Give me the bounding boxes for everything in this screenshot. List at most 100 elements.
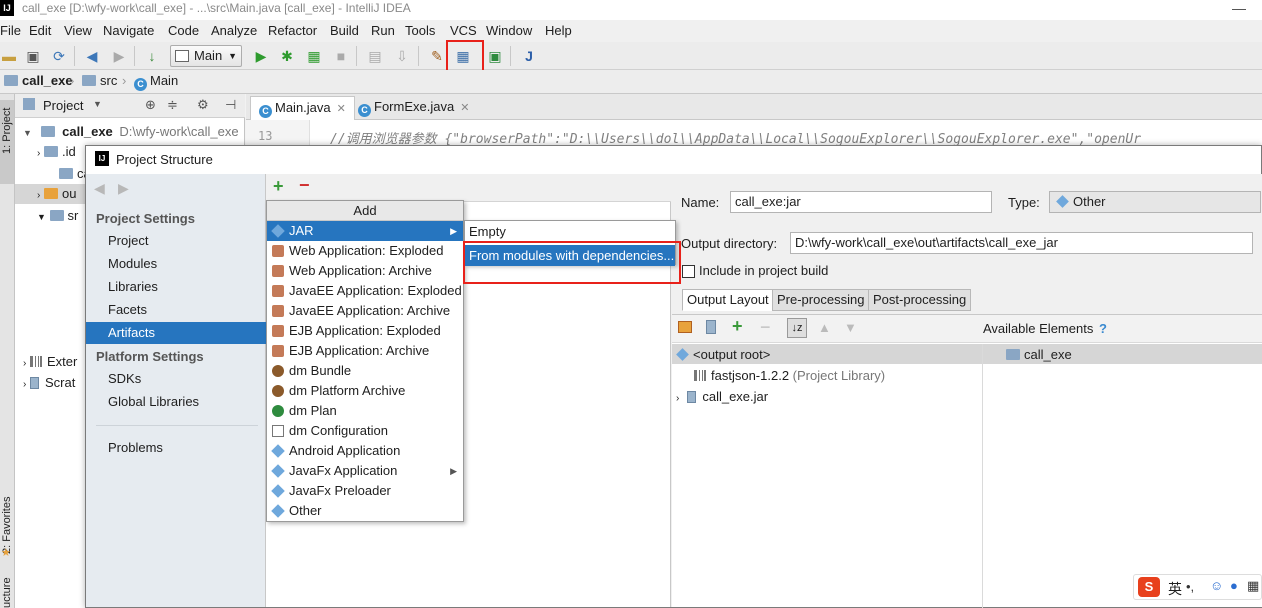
move-down-icon[interactable]: ▼ — [844, 320, 857, 335]
library-row[interactable]: fastjson-1.2.2 (Project Library) — [694, 368, 885, 383]
move-up-icon[interactable]: ▲ — [818, 320, 831, 335]
menu-item-javaee-archive[interactable]: JavaEE Application: Archive — [267, 301, 463, 321]
menu-file[interactable]: File — [0, 23, 21, 38]
settings-wrench-icon[interactable]: ✎ — [428, 47, 446, 65]
tree-row-root[interactable]: ▼ call_exe D:\wfy-work\call_exe — [23, 124, 239, 139]
menu-window[interactable]: Window — [486, 23, 532, 38]
menu-item-jar[interactable]: JAR ▶ — [267, 221, 463, 241]
build-make-icon[interactable]: ↓ — [143, 47, 161, 65]
tab-post-processing[interactable]: Post-processing — [868, 289, 972, 311]
new-directory-icon[interactable] — [678, 321, 692, 333]
close-icon[interactable]: ✕ — [337, 103, 346, 115]
breadcrumb-src[interactable]: src — [82, 73, 117, 88]
ime-language-toggle[interactable]: 英 — [1168, 579, 1182, 599]
forward-icon[interactable]: ▶ — [110, 47, 128, 65]
collapse-icon[interactable]: ≑ — [167, 97, 178, 113]
sdk-download-icon[interactable]: ▣ — [486, 47, 504, 65]
tree-row[interactable]: › ou — [37, 186, 76, 201]
menu-item-dm-bundle[interactable]: dm Bundle — [267, 361, 463, 381]
menu-item-ejb-archive[interactable]: EJB Application: Archive — [267, 341, 463, 361]
run-icon[interactable]: ▶ — [252, 47, 270, 65]
include-in-build-checkbox[interactable] — [682, 265, 695, 278]
close-icon[interactable]: ✕ — [460, 102, 469, 114]
locate-icon[interactable]: ⊕ — [145, 97, 156, 113]
menu-run[interactable]: Run — [371, 23, 395, 38]
keyboard-icon[interactable]: ▦ — [1247, 578, 1259, 594]
menu-item-other[interactable]: Other — [267, 501, 463, 521]
breadcrumb-main[interactable]: C Main — [134, 73, 178, 91]
artifact-name-input[interactable]: call_exe:jar — [730, 191, 992, 213]
artifact-type-select[interactable]: Other — [1049, 191, 1261, 213]
remove-icon[interactable]: − — [299, 175, 310, 196]
tree-row-scratches[interactable]: › Scrat — [23, 375, 75, 390]
tree-row-external[interactable]: › Exter — [23, 354, 77, 369]
menu-item-ejb-exploded[interactable]: EJB Application: Exploded — [267, 321, 463, 341]
vcs-commit-icon[interactable]: ⇩ — [393, 47, 411, 65]
sort-icon[interactable]: ↓z — [787, 318, 807, 338]
menu-view[interactable]: View — [64, 23, 92, 38]
back-arrow-icon[interactable]: ◀ — [94, 180, 105, 197]
submenu-item-empty[interactable]: Empty — [465, 221, 675, 242]
menu-analyze[interactable]: Analyze — [211, 23, 257, 38]
nav-item-project[interactable]: Project — [86, 230, 266, 252]
sync-icon[interactable]: ⟳ — [50, 47, 68, 65]
open-folder-icon[interactable]: ▬ — [0, 47, 18, 65]
available-module-row[interactable]: call_exe — [1006, 347, 1072, 362]
help-icon[interactable]: ? — [1099, 321, 1107, 336]
structure-tool-tab[interactable]: ucture — [1, 577, 13, 608]
menu-item-dm-plan[interactable]: dm Plan — [267, 401, 463, 421]
tree-row[interactable]: ▼ sr — [37, 208, 78, 223]
nav-item-sdks[interactable]: SDKs — [86, 368, 266, 390]
menu-item-web-exploded[interactable]: Web Application: Exploded — [267, 241, 463, 261]
menu-item-web-archive[interactable]: Web Application: Archive — [267, 261, 463, 281]
nav-item-problems[interactable]: Problems — [86, 437, 266, 459]
hide-icon[interactable]: ⊣ — [225, 97, 236, 113]
breadcrumb-project[interactable]: call_exe — [4, 73, 73, 88]
debug-icon[interactable]: ✱ — [278, 47, 296, 65]
gear-icon[interactable]: ⚙ — [197, 97, 209, 113]
nav-item-modules[interactable]: Modules — [86, 253, 266, 275]
menu-item-javaee-exploded[interactable]: JavaEE Application: Exploded — [267, 281, 463, 301]
nav-item-facets[interactable]: Facets — [86, 299, 266, 321]
jar-row[interactable]: › call_exe.jar — [676, 389, 768, 404]
minimize-button[interactable] — [1232, 9, 1246, 10]
stop-icon[interactable]: ■ — [332, 47, 350, 65]
add-copy-icon[interactable]: + — [732, 316, 743, 337]
nav-item-libraries[interactable]: Libraries — [86, 276, 266, 298]
add-icon[interactable]: + — [273, 176, 284, 197]
nav-item-artifacts[interactable]: Artifacts — [86, 322, 266, 344]
menu-tools[interactable]: Tools — [405, 23, 435, 38]
tab-main-java[interactable]: C Main.java ✕ — [250, 96, 355, 120]
menu-code[interactable]: Code — [168, 23, 199, 38]
microphone-icon[interactable]: ● — [1230, 578, 1238, 593]
forward-arrow-icon[interactable]: ▶ — [118, 180, 129, 197]
jetbrains-toolbox-icon[interactable]: J — [520, 47, 538, 65]
menu-item-android-application[interactable]: Android Application — [267, 441, 463, 461]
tab-pre-processing[interactable]: Pre-processing — [772, 289, 870, 311]
menu-vcs[interactable]: VCS — [450, 23, 477, 38]
run-configuration-select[interactable]: Main ▼ — [170, 45, 242, 67]
save-icon[interactable]: ▣ — [24, 47, 42, 65]
project-tool-tab[interactable]: 1: Project — [1, 108, 13, 154]
tree-row[interactable]: › .id — [37, 144, 76, 159]
menu-refactor[interactable]: Refactor — [268, 23, 317, 38]
menu-help[interactable]: Help — [545, 23, 572, 38]
menu-item-javafx-preloader[interactable]: JavaFx Preloader — [267, 481, 463, 501]
output-root-row[interactable]: <output root> — [676, 347, 770, 362]
menu-build[interactable]: Build — [330, 23, 359, 38]
emoji-icon[interactable]: ☺ — [1210, 578, 1223, 593]
back-icon[interactable]: ◀ — [83, 47, 101, 65]
project-view-select[interactable]: Project — [43, 98, 83, 113]
menu-item-javafx-application[interactable]: JavaFx Application ▶ — [267, 461, 463, 481]
punctuation-icon[interactable]: •, — [1186, 579, 1194, 594]
coverage-icon[interactable]: ▦ — [305, 47, 323, 65]
sogou-logo-icon[interactable]: S — [1138, 577, 1160, 597]
menu-edit[interactable]: Edit — [29, 23, 51, 38]
remove-element-icon[interactable]: − — [760, 317, 771, 338]
menu-item-dm-configuration[interactable]: dm Configuration — [267, 421, 463, 441]
archive-icon[interactable] — [706, 320, 716, 334]
vcs-update-icon[interactable]: ▤ — [366, 47, 384, 65]
output-directory-input[interactable]: D:\wfy-work\call_exe\out\artifacts\call_… — [790, 232, 1253, 254]
menu-navigate[interactable]: Navigate — [103, 23, 154, 38]
tab-formexe-java[interactable]: C FormExe.java ✕ — [350, 96, 477, 120]
